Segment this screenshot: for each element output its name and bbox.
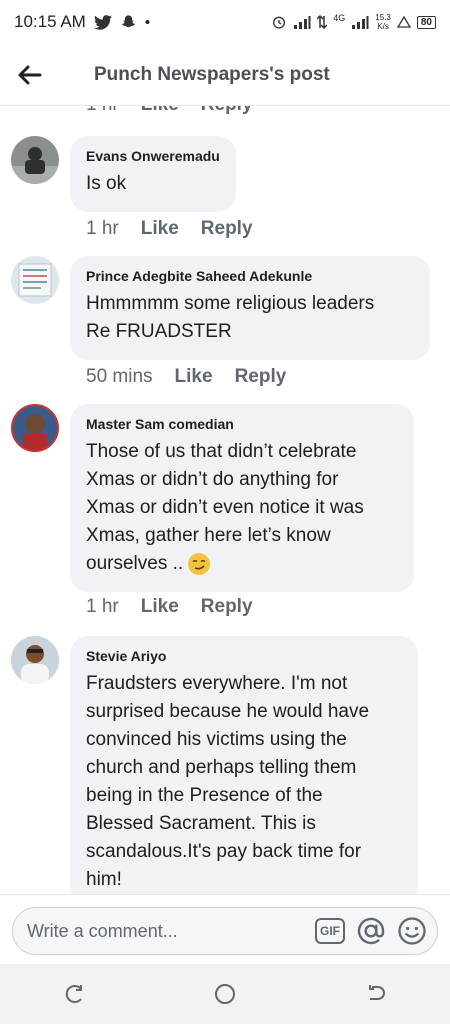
status-time: 10:15 AM xyxy=(14,12,86,31)
comment-time: 1 hr xyxy=(86,596,119,617)
system-nav-bar xyxy=(0,964,450,1024)
alarm-icon xyxy=(273,16,286,29)
data-speed-value: 15.3 xyxy=(375,13,391,22)
comment-text-line: Fraudsters everywhere. I'm not xyxy=(86,673,348,694)
home-icon[interactable] xyxy=(213,982,237,1006)
comment-text-line: surprised because he would have xyxy=(86,701,370,722)
comment-text-line: ourselves .. xyxy=(86,550,398,578)
comment-text-line: convinced his victims using the xyxy=(86,729,347,750)
like-button[interactable]: Like xyxy=(141,218,179,240)
signal-icon-2 xyxy=(352,16,369,29)
comment-input[interactable] xyxy=(27,920,315,942)
mention-icon[interactable] xyxy=(355,915,387,947)
back-button[interactable] xyxy=(2,47,58,103)
comment-text-segment: ourselves .. xyxy=(86,553,184,574)
app-header: Punch Newspapers's post xyxy=(0,44,450,106)
comment-actions: 1 hr Like Reply xyxy=(86,218,253,240)
comment-text-line: scandalous.It's pay back time for xyxy=(86,841,362,862)
dot-icon: • xyxy=(144,13,151,31)
page-title: Punch Newspapers's post xyxy=(94,63,330,85)
like-button[interactable]: Like xyxy=(175,366,213,388)
comment-text: Those of us that didn’t celebrate Xmas o… xyxy=(86,438,398,578)
reply-button[interactable]: Reply xyxy=(201,596,253,618)
comment-text-line: Those of us that didn’t celebrate xyxy=(86,441,357,462)
comment-text-line: Xmas or didn’t even notice it was xyxy=(86,497,364,518)
avatar[interactable] xyxy=(11,136,59,184)
data-transfer-icon xyxy=(317,15,328,29)
avatar[interactable] xyxy=(11,404,59,452)
comment-time: 50 mins xyxy=(86,366,153,387)
arrow-left-icon xyxy=(18,65,42,84)
comment-time: 1 hr xyxy=(86,106,119,116)
comment-actions: 50 mins Like Reply xyxy=(86,366,286,388)
comment-text-line: church and perhaps telling them xyxy=(86,757,357,778)
comment-text: Fraudsters everywhere. I'm not surprised… xyxy=(86,670,402,894)
comment-time: 1 hr xyxy=(86,218,119,239)
comment-text-line: Blessed Sacrament. This is xyxy=(86,813,316,834)
like-button[interactable]: Like xyxy=(141,596,179,618)
reply-button[interactable]: Reply xyxy=(235,366,287,388)
comment-text: Hmmmmm some religious leaders Re FRUADST… xyxy=(86,290,414,346)
comment-author[interactable]: Stevie Ariyo xyxy=(86,648,402,664)
comment-bubble[interactable]: Master Sam comedian Those of us that did… xyxy=(70,404,414,592)
comment-text-line: him! xyxy=(86,869,122,890)
comments-feed[interactable]: 1 hr Like Reply Evans Onweremadu Is ok 1… xyxy=(0,106,450,894)
comment-actions: 1 hr Like Reply xyxy=(86,596,253,618)
comment-composer[interactable]: GIF xyxy=(12,907,438,955)
like-button[interactable]: Like xyxy=(141,106,179,116)
comment-bubble[interactable]: Prince Adegbite Saheed Adekunle Hmmmmm s… xyxy=(70,256,430,360)
comment-text-line: Re FRUADSTER xyxy=(86,321,232,342)
avatar[interactable] xyxy=(11,636,59,684)
partial-comment-actions: 1 hr Like Reply xyxy=(86,106,253,116)
network-type: 4G xyxy=(333,13,346,23)
comment-author[interactable]: Prince Adegbite Saheed Adekunle xyxy=(86,268,414,284)
back-nav-icon[interactable] xyxy=(364,983,386,1005)
gif-label: GIF xyxy=(320,924,340,938)
composer-icons: GIF xyxy=(315,915,427,947)
recents-icon[interactable] xyxy=(64,983,86,1005)
snapchat-icon xyxy=(121,15,135,28)
comment-bubble[interactable]: Evans Onweremadu Is ok xyxy=(70,136,236,212)
reply-button[interactable]: Reply xyxy=(201,106,253,116)
status-right: 4G 15.3 K/s 80 xyxy=(271,13,436,31)
reply-button[interactable]: Reply xyxy=(201,218,253,240)
emoji-icon[interactable] xyxy=(397,916,427,946)
comment-author[interactable]: Evans Onweremadu xyxy=(86,148,220,164)
twitter-icon xyxy=(93,14,112,30)
battery-icon: 80 xyxy=(416,15,436,29)
warning-icon xyxy=(396,16,411,28)
comment-author[interactable]: Master Sam comedian xyxy=(86,416,398,432)
avatar[interactable] xyxy=(11,256,59,304)
comment-text: Is ok xyxy=(86,173,127,194)
notification-icons: • xyxy=(93,13,151,31)
comment-text-line: Xmas or didn’t do anything for xyxy=(86,469,339,490)
data-speed: 15.3 K/s xyxy=(375,13,391,31)
smirking-face-emoji xyxy=(188,553,211,575)
data-speed-unit: K/s xyxy=(377,22,389,31)
comment-text-line: Hmmmmm some religious leaders xyxy=(86,293,375,314)
comment-composer-bar: GIF xyxy=(0,894,450,964)
signal-icon xyxy=(294,16,311,29)
comment-text-line: being in the Presence of the xyxy=(86,785,323,806)
comment-text-line: Xmas, gather here let’s know xyxy=(86,525,331,546)
status-bar: 10:15 AM • 4G 15.3 K/s 80 xyxy=(0,0,450,44)
comment-bubble[interactable]: Stevie Ariyo Fraudsters everywhere. I'm … xyxy=(70,636,418,894)
gif-button[interactable]: GIF xyxy=(315,918,345,944)
